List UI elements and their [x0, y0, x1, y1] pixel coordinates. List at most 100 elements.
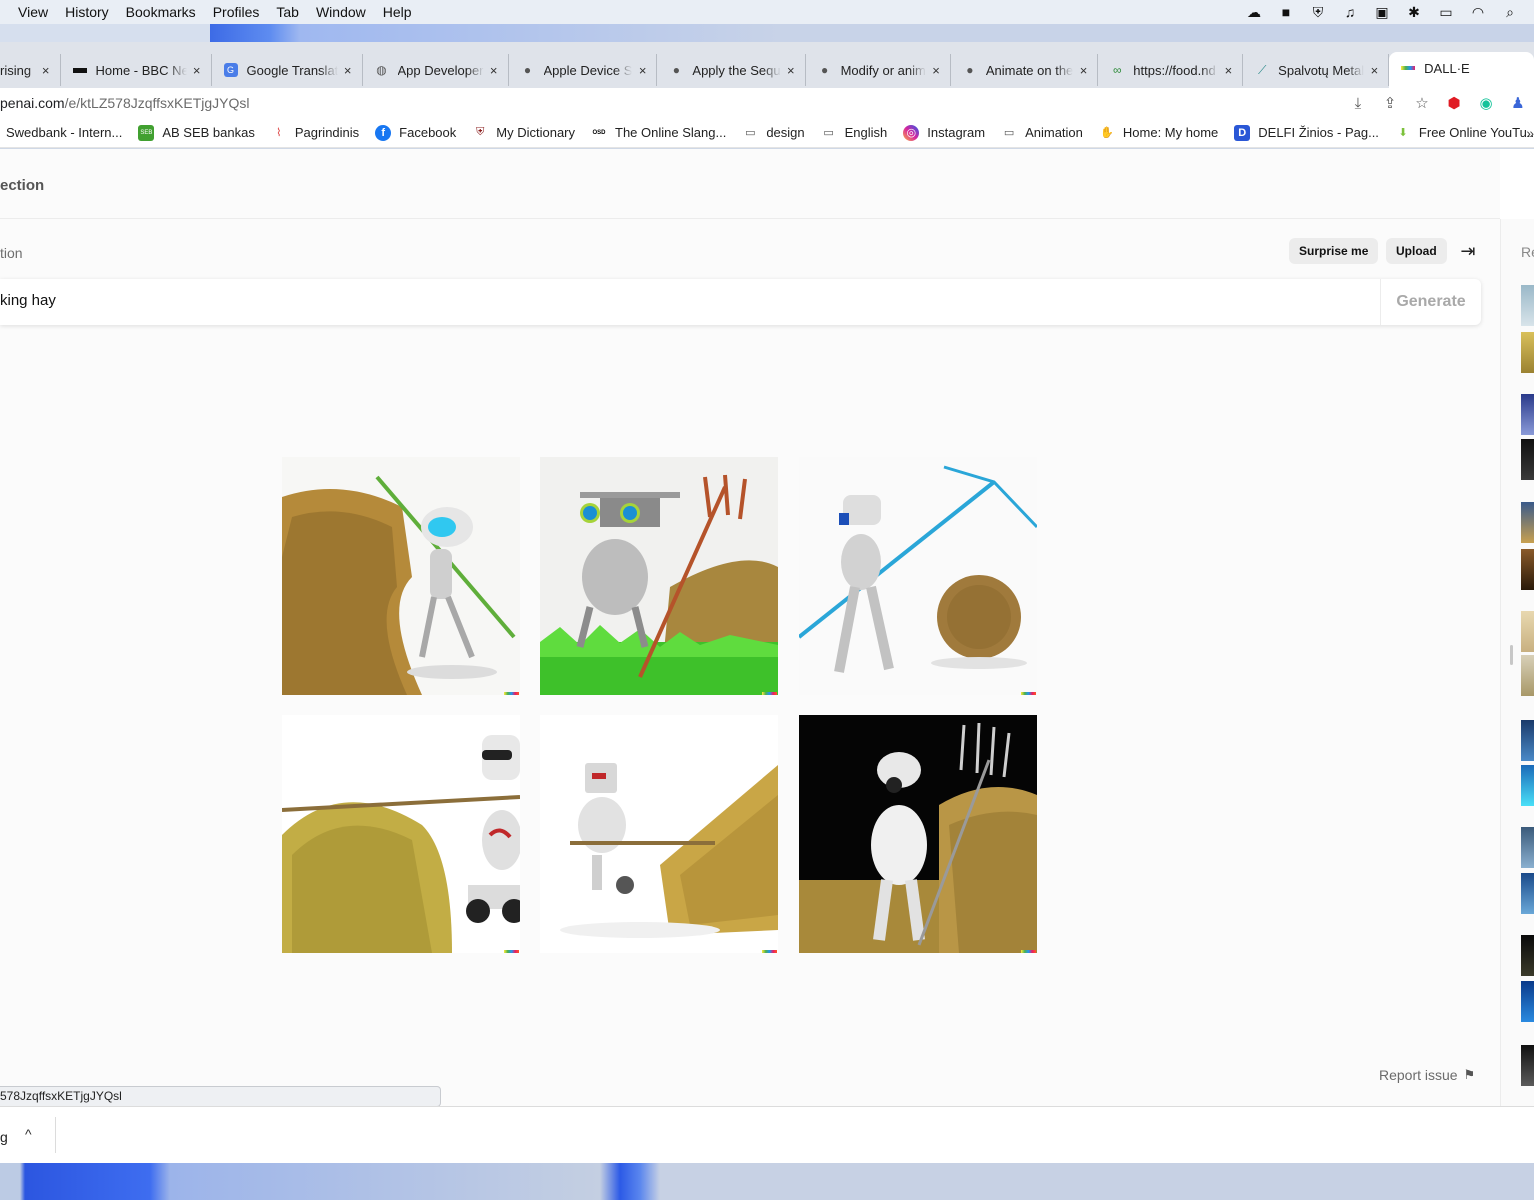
menu-tab[interactable]: Tab	[276, 4, 299, 20]
history-thumbnail[interactable]	[1521, 285, 1534, 326]
bookmark-instagram[interactable]: ◎ Instagram	[903, 124, 986, 141]
tab-modify-animate[interactable]: ● Modify or anim ×	[806, 54, 951, 86]
history-thumbnail[interactable]	[1521, 720, 1534, 761]
apple-icon: ●	[820, 63, 829, 77]
close-icon[interactable]: ×	[484, 63, 498, 78]
close-icon[interactable]: ×	[926, 63, 940, 78]
address-bar[interactable]: penai.com/e/ktLZ578JzqffsxKETjgJYQsl ⤓ ⇪…	[0, 88, 1534, 118]
history-thumbnail[interactable]	[1521, 549, 1534, 590]
input-source-icon[interactable]: ▣	[1366, 4, 1398, 21]
bookmark-folder-english[interactable]: ▭ English	[821, 125, 887, 141]
bookmark-pagrindinis[interactable]: ⌇ Pagrindinis	[271, 125, 359, 141]
recent-history-panel: Re	[1500, 219, 1534, 1106]
close-icon[interactable]: ×	[1073, 63, 1088, 78]
bookmark-star-icon[interactable]: ☆	[1406, 94, 1438, 112]
generated-image-6[interactable]	[799, 715, 1037, 953]
metal-icon: ⟋	[1257, 62, 1267, 77]
tab-bbc[interactable]: Home - BBC News ×	[61, 54, 212, 86]
dalle-watermark-icon	[1021, 950, 1036, 953]
battery-icon[interactable]: ▭	[1430, 4, 1462, 21]
history-thumbnail[interactable]	[1521, 611, 1534, 652]
close-icon[interactable]: ×	[1364, 63, 1379, 78]
tab-rising[interactable]: rising ×	[0, 54, 61, 86]
menu-profiles[interactable]: Profiles	[213, 4, 260, 20]
generated-image-1[interactable]	[282, 457, 520, 695]
close-icon[interactable]: ×	[338, 63, 352, 78]
bookmark-seb[interactable]: SEB AB SEB bankas	[138, 124, 255, 141]
bookmark-online-slang[interactable]: OSD The Online Slang...	[591, 125, 727, 141]
desktop-wallpaper-top	[0, 24, 1534, 42]
close-icon[interactable]: ×	[1218, 63, 1233, 78]
history-thumbnail[interactable]	[1521, 873, 1534, 914]
install-app-icon[interactable]: ⤓	[1342, 95, 1374, 112]
spotlight-search-icon[interactable]: ⌕	[1494, 4, 1526, 21]
vpn-shield-icon[interactable]: ⛨	[1302, 4, 1334, 21]
menu-help[interactable]: Help	[383, 4, 412, 20]
history-thumbnail[interactable]	[1521, 394, 1534, 435]
prompt-input[interactable]: king hay Generate	[0, 279, 1481, 325]
generated-image-2[interactable]	[540, 457, 778, 695]
prompt-label: tion	[0, 245, 23, 261]
tab-google-translate[interactable]: G Google Translate ×	[212, 54, 363, 86]
grammarly-extension-icon[interactable]: ◉	[1470, 94, 1502, 112]
bookmark-folder-design[interactable]: ▭ design	[742, 125, 805, 141]
bookmark-folder-animation[interactable]: ▭ Animation	[1001, 125, 1083, 141]
bookmark-delfi[interactable]: D DELFI Žinios - Pag...	[1234, 124, 1379, 141]
tab-apply-sequence[interactable]: ● Apply the Sequ ×	[657, 54, 806, 86]
bookmark-my-dictionary[interactable]: ⛨ My Dictionary	[472, 125, 575, 141]
bookmark-free-online-youtube[interactable]: ⬇ Free Online YouTu...	[1395, 125, 1534, 141]
panel-resize-handle[interactable]	[1510, 645, 1513, 665]
collapse-sidebar-icon[interactable]: ⇥	[1457, 239, 1479, 263]
close-icon[interactable]: ×	[632, 63, 647, 78]
generated-image-4[interactable]	[282, 715, 520, 953]
dalle-icon	[1401, 66, 1416, 70]
bookmarks-overflow-button[interactable]: »	[1526, 118, 1534, 148]
surprise-me-button[interactable]: Surprise me	[1289, 238, 1379, 264]
bookmark-swedbank[interactable]: Swedbank - Intern...	[6, 125, 122, 140]
history-thumbnail[interactable]	[1521, 332, 1534, 373]
close-icon[interactable]: ×	[187, 63, 201, 78]
history-thumbnail[interactable]	[1521, 765, 1534, 806]
adblock-extension-icon[interactable]: ⬢	[1438, 94, 1470, 112]
url-text[interactable]: penai.com/e/ktLZ578JzqffsxKETjgJYQsl	[0, 95, 250, 111]
bluetooth-icon[interactable]: ✱	[1398, 4, 1430, 21]
bookmark-label: Instagram	[927, 125, 986, 140]
history-thumbnail[interactable]	[1521, 502, 1534, 543]
bookmark-facebook[interactable]: f Facebook	[375, 124, 456, 141]
history-thumbnail[interactable]	[1521, 827, 1534, 868]
generate-button[interactable]: Generate	[1380, 279, 1481, 325]
b-app-icon[interactable]: ■	[1270, 4, 1302, 20]
history-thumbnail[interactable]	[1521, 655, 1534, 696]
tab-apple-device[interactable]: ● Apple Device S ×	[509, 54, 658, 86]
menu-view[interactable]: View	[18, 4, 48, 20]
menu-bookmarks[interactable]: Bookmarks	[126, 4, 196, 20]
chevron-up-icon[interactable]: ^	[25, 1126, 32, 1142]
tab-app-developer[interactable]: ◍ App Developer ×	[363, 54, 509, 86]
wifi-icon[interactable]: ◠	[1462, 4, 1494, 21]
tab-food[interactable]: ∞ https://food.nd ×	[1098, 54, 1244, 86]
extension-badge-icon[interactable]: ♟	[1502, 94, 1534, 112]
close-icon[interactable]: ×	[781, 63, 795, 78]
history-thumbnail[interactable]	[1521, 1045, 1534, 1086]
menu-history[interactable]: History	[65, 4, 109, 20]
headphones-icon[interactable]: ♫	[1334, 4, 1366, 20]
bookmark-home-my-home[interactable]: ✋ Home: My home	[1099, 125, 1218, 141]
report-issue-link[interactable]: Report issue ⚑	[1379, 1067, 1475, 1083]
generated-image-3[interactable]	[799, 457, 1037, 695]
tab-spalvotu-metal[interactable]: ⟋ Spalvotų Metal ×	[1243, 54, 1390, 86]
download-item-name[interactable]: g	[0, 1129, 8, 1145]
address-bar-actions: ⤓ ⇪ ☆ ⬢ ◉ ♟	[1342, 88, 1534, 118]
cloud-sync-icon[interactable]: ☁	[1238, 4, 1270, 21]
upload-button[interactable]: Upload	[1386, 238, 1447, 264]
downloads-shelf: g ^	[0, 1106, 1534, 1163]
prompt-text[interactable]: king hay	[0, 292, 56, 309]
history-thumbnail[interactable]	[1521, 935, 1534, 976]
close-icon[interactable]: ×	[36, 63, 50, 78]
history-thumbnail[interactable]	[1521, 981, 1534, 1022]
tab-dalle[interactable]: DALL·E	[1389, 52, 1534, 90]
share-icon[interactable]: ⇪	[1374, 94, 1406, 112]
tab-animate-on[interactable]: ● Animate on the ×	[951, 54, 1099, 86]
menu-window[interactable]: Window	[316, 4, 366, 20]
generated-image-5[interactable]	[540, 715, 778, 953]
history-thumbnail[interactable]	[1521, 439, 1534, 480]
